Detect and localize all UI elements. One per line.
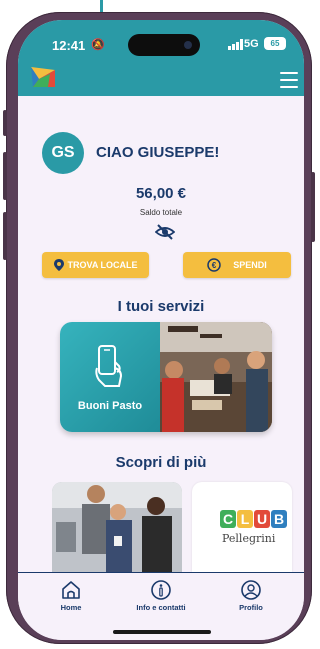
euro-coin-icon: € (207, 258, 221, 272)
avatar[interactable]: GS (42, 132, 84, 174)
side-button-volume-down (3, 212, 7, 260)
hamburger-menu-icon[interactable] (280, 72, 298, 88)
side-button-volume-up (3, 152, 7, 200)
network-label: 5G (244, 38, 259, 50)
map-pin-icon (53, 259, 64, 271)
app-header (18, 20, 304, 96)
club-subtitle: Pellegrini (222, 532, 276, 545)
discover-card-club[interactable]: C L U B Pellegrini (192, 482, 292, 572)
svg-text:€: € (212, 261, 217, 270)
find-place-button[interactable]: TROVA LOCALE (42, 252, 149, 278)
tab-profile[interactable]: Profilo (216, 579, 286, 612)
balance-label: Saldo totale (139, 208, 183, 217)
tab-info-label: Info e contatti (136, 603, 186, 612)
dynamic-island (128, 34, 200, 56)
home-icon (62, 581, 80, 599)
bell-muted-icon: 🔕 (91, 39, 105, 51)
restaurant-photo (160, 322, 272, 432)
side-button-power (311, 172, 315, 242)
info-icon (151, 580, 171, 600)
tab-home[interactable]: Home (36, 579, 106, 612)
status-time: 12:41 (52, 38, 86, 53)
battery-icon: 65 (264, 37, 286, 50)
office-photo (52, 482, 182, 572)
eye-slash-icon[interactable] (155, 224, 175, 240)
spend-button[interactable]: € SPENDI (183, 252, 291, 278)
find-place-label: TROVA LOCALE (67, 260, 138, 270)
meal-voucher-panel: Buoni Pasto (60, 322, 160, 432)
app-screen: 12:41 🔕 5G 65 GS CIAO GIUSEPPE! 56,00 € … (18, 20, 304, 640)
tab-info[interactable]: Info e contatti (126, 579, 196, 612)
app-logo[interactable] (30, 66, 56, 88)
meal-voucher-label: Buoni Pasto (77, 400, 143, 412)
signal-icon (228, 39, 243, 50)
club-logo: C L U B (220, 510, 287, 528)
balance-amount: 56,00 € (135, 185, 187, 202)
spend-label: SPENDI (233, 260, 267, 270)
discover-title: Scopri di più (115, 454, 207, 471)
phone-payment-icon (95, 345, 123, 387)
profile-icon (241, 580, 261, 600)
discover-card-office[interactable] (52, 482, 182, 572)
tab-profile-label: Profilo (239, 603, 263, 612)
side-button-mute (3, 110, 7, 136)
discover-carousel[interactable]: C L U B Pellegrini (52, 482, 304, 572)
tab-home-label: Home (60, 603, 82, 612)
services-title: I tuoi servizi (117, 298, 205, 315)
home-indicator[interactable] (113, 630, 211, 634)
greeting-title: CIAO GIUSEPPE! (96, 144, 220, 161)
meal-voucher-card[interactable]: Buoni Pasto (60, 322, 272, 432)
